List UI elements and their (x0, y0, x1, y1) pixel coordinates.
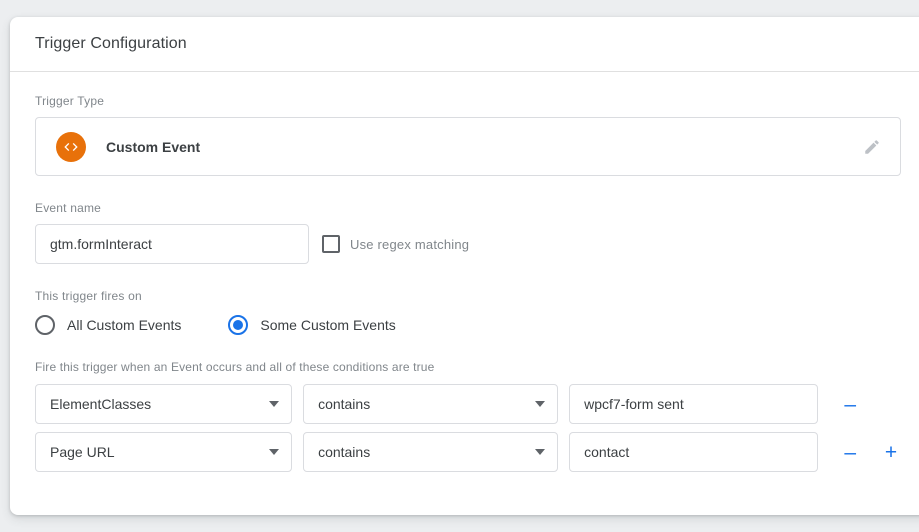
card-body: Trigger Type Custom Event Event name (10, 72, 919, 472)
fires-on-section: This trigger fires on All Custom Events … (35, 289, 904, 335)
condition-operator-value-2: contains (318, 444, 527, 460)
fires-on-radio-group: All Custom Events Some Custom Events (35, 315, 904, 335)
radio-all-custom-events-label: All Custom Events (67, 317, 181, 333)
radio-some-custom-events-label: Some Custom Events (260, 317, 395, 333)
conditions-hint: Fire this trigger when an Event occurs a… (35, 360, 904, 374)
condition-variable-select-2[interactable]: Page URL (35, 432, 292, 472)
chevron-down-icon (269, 401, 279, 407)
trigger-type-section: Trigger Type Custom Event (35, 94, 904, 176)
trigger-type-selector[interactable]: Custom Event (35, 117, 901, 176)
chevron-down-icon (535, 449, 545, 455)
condition-operator-select-2[interactable]: contains (303, 432, 558, 472)
event-name-input[interactable] (35, 224, 309, 264)
radio-circle-selected-icon (228, 315, 248, 335)
trigger-type-value: Custom Event (106, 139, 860, 155)
condition-operator-select-1[interactable]: contains (303, 384, 558, 424)
pencil-icon[interactable] (860, 135, 884, 159)
condition-value-input-2[interactable] (569, 432, 818, 472)
condition-row: ElementClasses contains – (35, 384, 904, 424)
radio-all-custom-events[interactable]: All Custom Events (35, 315, 181, 335)
condition-variable-select-1[interactable]: ElementClasses (35, 384, 292, 424)
radio-circle-icon (35, 315, 55, 335)
card-header: Trigger Configuration (10, 17, 919, 72)
event-name-label: Event name (35, 201, 904, 215)
condition-operator-value-1: contains (318, 396, 527, 412)
conditions-section: Fire this trigger when an Event occurs a… (35, 360, 904, 472)
condition-variable-value-1: ElementClasses (50, 396, 261, 412)
add-condition-button[interactable]: + (878, 439, 904, 465)
page-title: Trigger Configuration (35, 35, 187, 53)
remove-condition-button-2[interactable]: – (837, 439, 863, 465)
use-regex-label: Use regex matching (350, 237, 469, 252)
checkbox-box-icon (322, 235, 340, 253)
event-name-row: Use regex matching (35, 224, 904, 264)
trigger-type-label: Trigger Type (35, 94, 904, 108)
use-regex-checkbox[interactable]: Use regex matching (322, 235, 469, 253)
condition-value-input-1[interactable] (569, 384, 818, 424)
radio-some-custom-events[interactable]: Some Custom Events (228, 315, 395, 335)
event-name-section: Event name Use regex matching (35, 201, 904, 264)
chevron-down-icon (535, 401, 545, 407)
trigger-configuration-card: Trigger Configuration Trigger Type Custo… (10, 17, 919, 515)
fires-on-label: This trigger fires on (35, 289, 904, 303)
code-brackets-icon (56, 132, 86, 162)
chevron-down-icon (269, 449, 279, 455)
condition-variable-value-2: Page URL (50, 444, 261, 460)
condition-row: Page URL contains – + (35, 432, 904, 472)
remove-condition-button-1[interactable]: – (837, 391, 863, 417)
